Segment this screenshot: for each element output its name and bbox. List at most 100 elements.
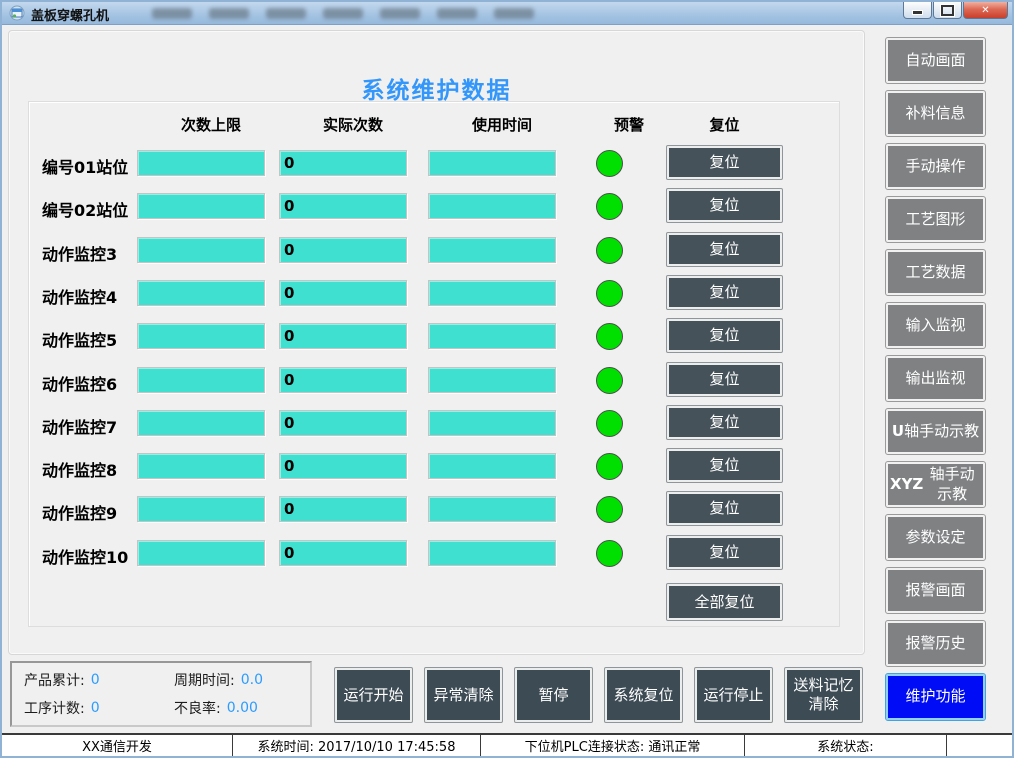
column-header: 实际次数 [279,114,427,135]
warning-lamp [596,150,623,177]
stat-label: 工序计数: [24,698,85,718]
reset-button[interactable]: 复位 [667,406,782,439]
actual-count-field[interactable]: 0 [279,150,407,176]
control-button-3[interactable]: 暂停 [515,668,592,722]
limit-field[interactable] [137,280,265,306]
sidebar-item-4[interactable]: 工艺图形 [886,197,985,242]
stat-item: 周期时间:0.0 [174,670,302,690]
menu-item-redacted[interactable] [209,8,249,19]
warning-lamp [596,280,623,307]
sidebar-item-12[interactable]: 报警历史 [886,621,985,666]
actual-count-field[interactable]: 0 [279,367,407,393]
actual-count-field[interactable]: 0 [279,540,407,566]
close-button[interactable]: ✕ [963,2,1008,19]
stat-item: 产品累计:0 [24,670,174,690]
reset-button[interactable]: 复位 [667,536,782,569]
window-controls: ✕ [902,2,1008,19]
sidebar-item-2[interactable]: 补料信息 [886,91,985,136]
stat-label: 周期时间: [174,670,235,690]
reset-button[interactable]: 复位 [667,189,782,222]
statusbar-segment: 系统时间: 2017/10/10 17:45:58 [233,735,481,756]
usage-time-field[interactable] [428,193,556,219]
usage-time-field[interactable] [428,323,556,349]
sidebar-item-11[interactable]: 报警画面 [886,568,985,613]
row-label: 动作监控10 [42,544,128,568]
actual-count-field[interactable]: 0 [279,496,407,522]
menu-item-redacted[interactable] [152,8,192,19]
usage-time-field[interactable] [428,453,556,479]
limit-field[interactable] [137,496,265,522]
sidebar-item-1[interactable]: 自动画面 [886,38,985,83]
control-button-6[interactable]: 送料记忆清除 [785,668,862,722]
limit-field[interactable] [137,410,265,436]
sidebar-item-8[interactable]: U轴手动示教 [886,409,985,454]
maintenance-table: 次数上限实际次数使用时间预警复位编号01站位0复位编号02站位0复位动作监控30… [28,101,840,627]
menu-item-redacted[interactable] [323,8,363,19]
stat-item: 工序计数: 0 [24,698,174,718]
row-label: 动作监控7 [42,414,117,438]
actual-count-field[interactable]: 0 [279,453,407,479]
warning-lamp [596,410,623,437]
warning-lamp [596,453,623,480]
window-title: 盖板穿螺孔机 [31,5,109,24]
stat-value: 0 [91,700,100,716]
actual-count-field[interactable]: 0 [279,237,407,263]
limit-field[interactable] [137,237,265,263]
reset-button[interactable]: 复位 [667,319,782,352]
limit-field[interactable] [137,453,265,479]
column-header: 次数上限 [137,114,285,135]
sidebar-item-9[interactable]: XYZ轴手动示教 [886,462,985,507]
column-header: 使用时间 [428,114,576,135]
sidebar-item-3[interactable]: 手动操作 [886,144,985,189]
stat-value: 0.00 [227,700,258,716]
row-label: 动作监控3 [42,241,117,265]
warning-lamp [596,540,623,567]
usage-time-field[interactable] [428,367,556,393]
statusbar: XX通信开发系统时间: 2017/10/10 17:45:58下位机PLC连接状… [2,733,1012,756]
row-label: 动作监控9 [42,500,117,524]
menu-item-redacted[interactable] [266,8,306,19]
control-button-1[interactable]: 运行开始 [335,668,412,722]
actual-count-field[interactable]: 0 [279,193,407,219]
usage-time-field[interactable] [428,237,556,263]
sidebar-item-6[interactable]: 输入监视 [886,303,985,348]
statusbar-segment [947,735,1012,756]
usage-time-field[interactable] [428,150,556,176]
menu-item-redacted[interactable] [437,8,477,19]
reset-button[interactable]: 复位 [667,276,782,309]
limit-field[interactable] [137,323,265,349]
usage-time-field[interactable] [428,410,556,436]
warning-lamp [596,367,623,394]
row-label: 动作监控4 [42,284,117,308]
usage-time-field[interactable] [428,496,556,522]
usage-time-field[interactable] [428,540,556,566]
reset-button[interactable]: 复位 [667,492,782,525]
reset-button[interactable]: 复位 [667,146,782,179]
limit-field[interactable] [137,150,265,176]
sidebar-item-7[interactable]: 输出监视 [886,356,985,401]
sidebar-item-10[interactable]: 参数设定 [886,515,985,560]
row-label: 动作监控5 [42,327,117,351]
actual-count-field[interactable]: 0 [279,410,407,436]
menu-item-redacted[interactable] [494,8,534,19]
usage-time-field[interactable] [428,280,556,306]
maximize-button[interactable] [933,2,962,19]
control-button-5[interactable]: 运行停止 [695,668,772,722]
menu-item-redacted[interactable] [380,8,420,19]
limit-field[interactable] [137,540,265,566]
limit-field[interactable] [137,367,265,393]
row-label: 动作监控6 [42,371,117,395]
sidebar-item-5[interactable]: 工艺数据 [886,250,985,295]
reset-all-button[interactable]: 全部复位 [667,584,782,620]
actual-count-field[interactable]: 0 [279,323,407,349]
control-button-2[interactable]: 异常清除 [425,668,502,722]
minimize-button[interactable] [903,2,932,19]
actual-count-field[interactable]: 0 [279,280,407,306]
control-button-4[interactable]: 系统复位 [605,668,682,722]
maximize-icon [941,5,954,16]
reset-button[interactable]: 复位 [667,233,782,266]
reset-button[interactable]: 复位 [667,363,782,396]
sidebar-item-13-active[interactable]: 维护功能 [886,674,985,720]
limit-field[interactable] [137,193,265,219]
reset-button[interactable]: 复位 [667,449,782,482]
